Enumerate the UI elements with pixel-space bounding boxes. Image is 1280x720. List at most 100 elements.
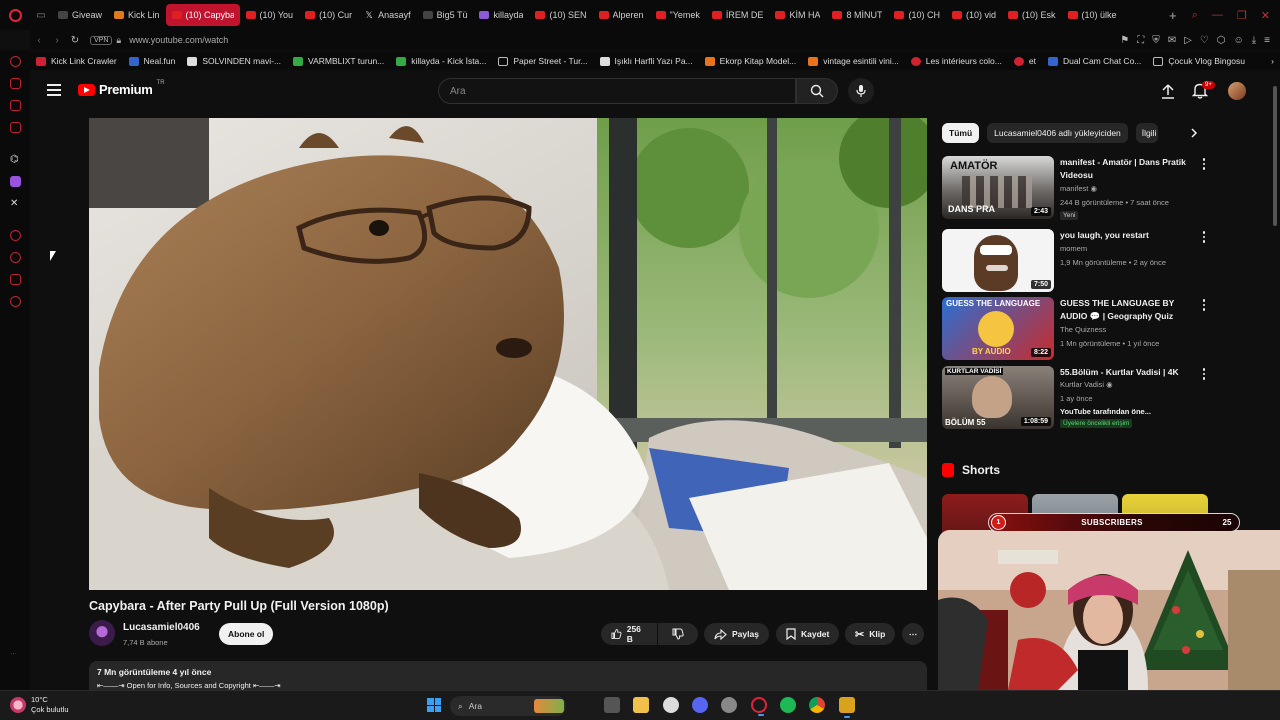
share-button[interactable]: Paylaş	[704, 623, 769, 645]
close-window-button[interactable]: ✕	[1261, 9, 1270, 22]
sidebar-whatsapp-icon[interactable]	[10, 122, 21, 133]
bookmark-item[interactable]: vintage esintili vini...	[802, 56, 905, 66]
bookmark-item[interactable]: SOLVINDEN mavi-...	[181, 56, 287, 66]
opera-menu-button[interactable]	[0, 0, 30, 30]
search-tabs-icon[interactable]: ⌕	[1192, 9, 1198, 22]
browser-tab[interactable]: 8 MİNUT	[826, 4, 888, 26]
sidebar-speed-dial-icon[interactable]	[10, 274, 21, 285]
video-thumbnail[interactable]: AMATÖR DANS PRA 2:43	[942, 156, 1054, 219]
recommendation-item[interactable]: AMATÖR DANS PRA 2:43 manifest - Amatör |…	[942, 156, 1212, 220]
chevron-right-icon[interactable]	[1188, 127, 1200, 139]
bookmark-item[interactable]: Işıklı Harfli Yazı Pa...	[594, 56, 699, 66]
voice-search-button[interactable]	[848, 78, 874, 104]
reload-button[interactable]: ↻	[66, 35, 84, 46]
youtube-logo[interactable]: Premium TR	[78, 80, 165, 97]
browser-tab[interactable]: (10) You	[240, 4, 300, 26]
browser-tab[interactable]: Alperen	[593, 4, 650, 26]
bookmark-item[interactable]: Kick Link Crawler	[30, 56, 123, 66]
sidebar-aria-icon[interactable]	[10, 56, 21, 67]
sidebar-clock-icon[interactable]	[10, 252, 21, 263]
maximize-button[interactable]: ❐	[1237, 9, 1247, 22]
chrome-icon[interactable]	[809, 697, 825, 713]
video-thumbnail[interactable]: KURTLAR VADİSİ BÖLÜM 55 1:08:59	[942, 366, 1054, 429]
task-view-icon[interactable]	[604, 697, 620, 713]
chip-from-uploader[interactable]: Lucasamiel0406 adlı yükleyiciden	[987, 123, 1128, 143]
sidebar-kick-icon[interactable]: ⌬	[10, 154, 21, 165]
guide-menu-icon[interactable]	[47, 84, 61, 96]
browser-tab[interactable]: (10) ülke	[1062, 4, 1123, 26]
channel-avatar[interactable]	[89, 620, 115, 646]
vpn-badge[interactable]: VPN	[90, 35, 113, 45]
bookmark-item[interactable]: VARMBLIXT turun...	[287, 56, 390, 66]
kebab-menu-icon[interactable]	[1202, 368, 1206, 380]
page-scrollbar[interactable]	[1272, 82, 1278, 362]
discord-icon[interactable]	[692, 697, 708, 713]
sidebar-settings-icon[interactable]	[10, 296, 21, 307]
browser-tab[interactable]: KİM HA	[769, 4, 826, 26]
subscribe-button[interactable]: Abone ol	[219, 623, 274, 645]
more-actions-button[interactable]: ⋯	[902, 623, 924, 645]
tab-list-icon[interactable]: ▭	[30, 0, 52, 30]
recommendation-item[interactable]: KURTLAR VADİSİ BÖLÜM 55 1:08:59 55.Bölüm…	[942, 366, 1212, 430]
browser-tab[interactable]: İREM DE	[706, 4, 770, 26]
bookmark-item[interactable]: Çocuk Vlog Bingosu	[1147, 56, 1251, 66]
lock-icon[interactable]: 🔒︎	[116, 35, 121, 46]
bookmark-item[interactable]: killayda - Kick İsta...	[390, 56, 492, 66]
bookmarks-overflow-icon[interactable]: ›	[1265, 56, 1280, 66]
browser-tab[interactable]: (10) Esk	[1002, 4, 1062, 26]
mail-icon[interactable]: ✉	[1168, 35, 1176, 46]
sidebar-maps-icon[interactable]	[10, 78, 21, 89]
start-button-icon[interactable]	[427, 698, 441, 712]
sidebar-x-icon[interactable]: ✕	[10, 198, 21, 209]
new-tab-button[interactable]: +	[1164, 8, 1182, 23]
bookmark-item[interactable]: Paper Street - Tur...	[492, 56, 593, 66]
channel-name[interactable]: Lucasamiel0406	[123, 622, 200, 633]
browser-tab[interactable]: Giveaw	[52, 4, 108, 26]
bookmark-item[interactable]: Les intérieurs colo...	[905, 56, 1008, 66]
sidebar-messenger-icon[interactable]	[10, 100, 21, 111]
bookmark-item[interactable]: Ekorp Kitap Model...	[699, 56, 803, 66]
extensions-icon[interactable]: ⬡	[1217, 35, 1226, 46]
bookmark-item[interactable]: Neal.fun	[123, 56, 182, 66]
sidebar-history-icon[interactable]	[10, 230, 21, 241]
bookmark-icon[interactable]: ⚑	[1120, 35, 1129, 46]
browser-tab[interactable]: 𝕏 Anasayf	[358, 4, 417, 26]
recommendation-item[interactable]: 7:50 you laugh, you restart momem 1,9 Mn…	[942, 229, 1212, 293]
bookmark-item[interactable]: Dual Cam Chat Co...	[1042, 56, 1147, 66]
video-player[interactable]	[89, 118, 927, 590]
chip-all[interactable]: Tümü	[942, 123, 980, 143]
minimize-button[interactable]: —	[1212, 9, 1223, 22]
kebab-menu-icon[interactable]	[1202, 231, 1206, 243]
settings-app-icon[interactable]	[721, 697, 737, 713]
spotify-icon[interactable]	[780, 697, 796, 713]
browser-tab[interactable]: (10) Capyba	[165, 4, 240, 26]
kebab-menu-icon[interactable]	[1202, 158, 1206, 170]
recommendation-item[interactable]: GUESS THE LANGUAGE BY AUDIO 8:22 GUESS T…	[942, 297, 1212, 361]
dislike-button[interactable]	[658, 623, 698, 645]
browser-tab[interactable]: (10) CH	[888, 4, 946, 26]
browser-tab[interactable]: Kick Lin	[108, 4, 166, 26]
bookmark-item[interactable]: et	[1008, 56, 1042, 66]
chip-related[interactable]: İlgili	[1135, 123, 1158, 143]
clip-button[interactable]: ✂ Klip	[845, 623, 896, 645]
shield-icon[interactable]: ⛨	[1152, 35, 1160, 46]
browser-tab[interactable]: (10) Cur	[299, 4, 358, 26]
obs-app-icon[interactable]	[839, 697, 855, 718]
video-thumbnail[interactable]: 7:50	[942, 229, 1054, 292]
steam-icon[interactable]	[663, 697, 679, 713]
back-button[interactable]: ‹	[30, 35, 48, 46]
video-thumbnail[interactable]: GUESS THE LANGUAGE BY AUDIO 8:22	[942, 297, 1054, 360]
kebab-menu-icon[interactable]	[1202, 299, 1206, 311]
account-avatar[interactable]	[1228, 82, 1246, 100]
snapshot-icon[interactable]: ⛶	[1137, 35, 1144, 46]
opera-gx-icon[interactable]	[751, 697, 767, 716]
menu-icon[interactable]: ≡	[1264, 35, 1270, 46]
sidebar-twitch-icon[interactable]	[10, 176, 21, 187]
search-input[interactable]	[450, 85, 795, 97]
weather-widget[interactable]: 10°C Çok bulutlu	[10, 695, 69, 715]
play-icon[interactable]: ▷	[1184, 35, 1192, 46]
url-field[interactable]: www.youtube.com/watch	[129, 35, 1120, 45]
browser-tab[interactable]: (10) vid	[946, 4, 1002, 26]
taskbar-search[interactable]: ⌕ Ara	[450, 696, 566, 716]
file-explorer-icon[interactable]	[633, 697, 649, 713]
